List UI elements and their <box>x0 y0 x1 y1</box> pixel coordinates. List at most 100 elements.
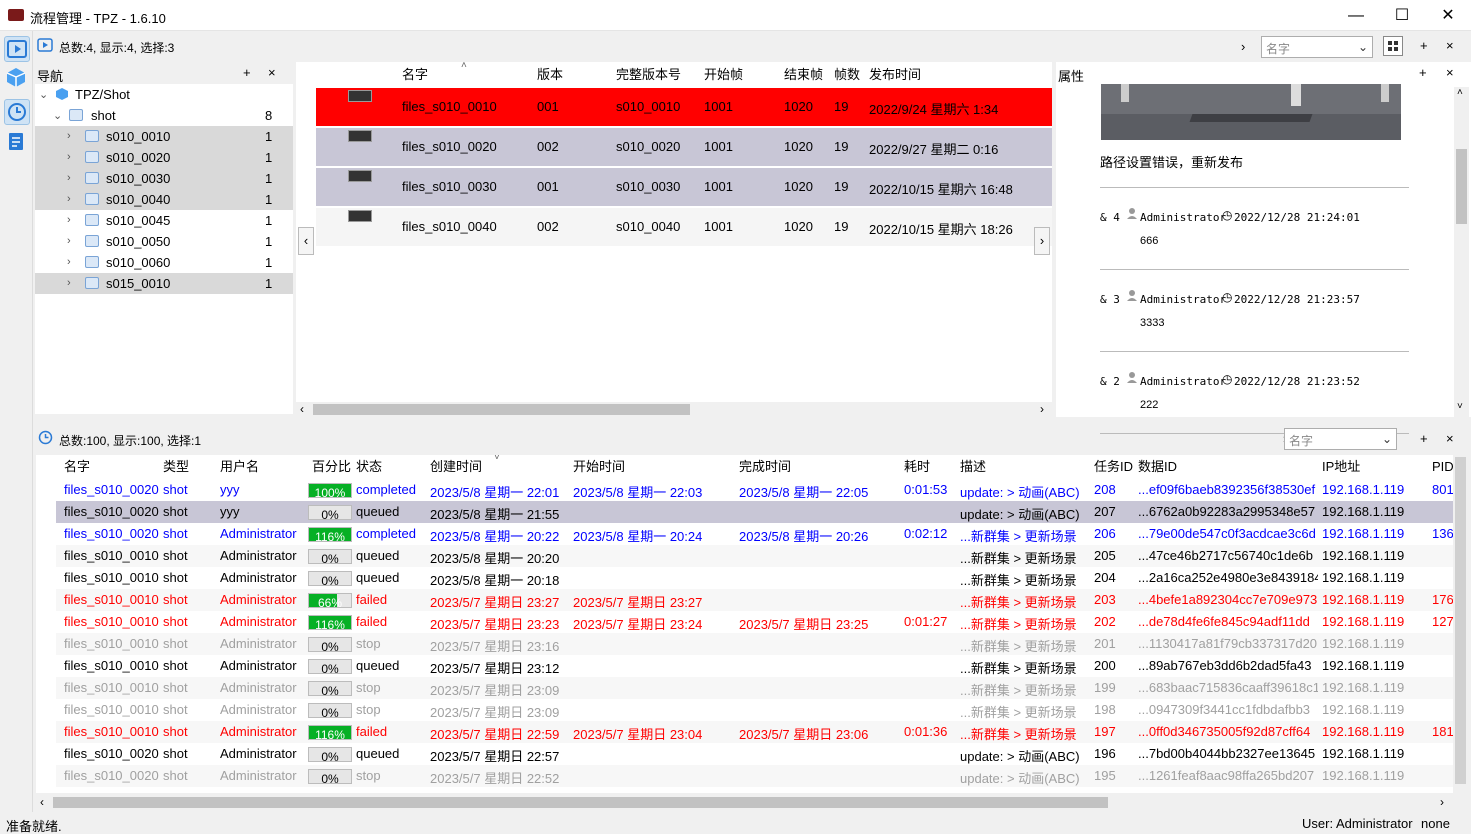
task-column-header[interactable]: 描述 <box>960 455 986 479</box>
task-column-header[interactable]: 类型 <box>163 455 189 479</box>
task-column-header[interactable]: 创建时间 <box>430 455 482 479</box>
nav-tree: ⌄ TPZ/Shot ⌄ shot 8 › s010_0010 1 › s010_002… <box>35 84 293 414</box>
task-row[interactable]: files_s010_0010 shot Administrator stop 2023… <box>56 699 1453 721</box>
shot-row[interactable]: files_s010_0030 001 s010_0030 1001 1020 19 202… <box>316 168 1052 206</box>
shot-row[interactable]: files_s010_0040 002 s010_0040 1001 1020 19 202… <box>316 208 1052 246</box>
tree-item[interactable]: › s015_0010 1 <box>35 273 293 294</box>
task-cell-type: shot <box>163 482 188 497</box>
progress-bar: 0% <box>308 659 352 676</box>
props-vscroll-thumb[interactable] <box>1456 149 1467 224</box>
column-header[interactable]: 完整版本号 <box>616 62 681 88</box>
column-header[interactable]: 结束帧 <box>784 62 823 88</box>
task-row[interactable]: files_s010_0020 shot Administrator queued 20… <box>56 743 1453 765</box>
task-cell-user: Administrator <box>220 724 297 739</box>
scroll-left-icon: ‹ <box>40 795 44 809</box>
task-column-header[interactable]: IP地址 <box>1322 455 1360 479</box>
props-float-button[interactable]: + <box>1419 65 1427 80</box>
document-view-button[interactable] <box>4 129 30 155</box>
task-row[interactable]: files_s010_0010 shot Administrator failed 20… <box>56 589 1453 611</box>
tree-item-label: s010_0045 <box>106 213 171 228</box>
shot-cell-full: s010_0020 <box>616 139 681 154</box>
scroll-down-icon: ˅ <box>1457 401 1463 412</box>
task-float-button[interactable]: + <box>1420 431 1428 446</box>
expand-arrow-button[interactable]: › <box>1241 39 1245 54</box>
props-vscrollbar[interactable]: ˄ ˅ <box>1454 87 1469 417</box>
task-row[interactable]: files_s010_0010 shot Administrator stop 2023… <box>56 677 1453 699</box>
task-close-button[interactable]: × <box>1446 431 1454 446</box>
minimize-button[interactable]: — <box>1333 0 1379 31</box>
task-column-header[interactable]: 耗时 <box>904 455 930 479</box>
column-header[interactable]: 版本 <box>537 62 563 88</box>
chevron-right-icon: › <box>67 214 71 226</box>
shot-search-combo[interactable]: 名字 ⌄ <box>1261 36 1373 58</box>
maximize-button[interactable]: ☐ <box>1379 0 1425 31</box>
task-cell-data: ...4befe1a892304cc7e709e973 <box>1138 592 1318 607</box>
scroll-left-button[interactable]: ‹ <box>298 227 314 255</box>
tree-item[interactable]: › s010_0020 1 <box>35 147 293 168</box>
task-cell-id: 199 <box>1094 680 1116 695</box>
props-message: 路径设置错误，重新发布 <box>1100 155 1244 170</box>
nav-float-button[interactable]: + <box>243 65 251 80</box>
shot-hscroll-thumb[interactable] <box>313 404 690 415</box>
column-header[interactable]: 名字 <box>402 62 428 88</box>
tree-item[interactable]: › s010_0050 1 <box>35 231 293 252</box>
task-row[interactable]: files_s010_0020 shot yyy completed 2023/5/8 … <box>56 479 1453 501</box>
task-row[interactable]: files_s010_0010 shot Administrator failed 20… <box>56 611 1453 633</box>
shot-row[interactable]: files_s010_0010 001 s010_0010 1001 1020 19 202… <box>316 88 1052 126</box>
column-header[interactable]: 发布时间 <box>869 62 921 88</box>
asset-view-button[interactable] <box>4 65 30 91</box>
task-cell-started: 2023/5/7 星期日 23:04 <box>573 727 703 742</box>
task-row[interactable]: files_s010_0020 shot yyy queued 2023/5/8 星期一… <box>56 501 1453 523</box>
task-search-combo[interactable]: 名字 ⌄ <box>1284 428 1397 450</box>
tree-folder[interactable]: ⌄ shot 8 <box>35 105 293 126</box>
float-button[interactable]: + <box>1420 38 1428 53</box>
shot-hscrollbar[interactable]: ‹ › <box>296 402 1052 417</box>
tree-item[interactable]: › s010_0060 1 <box>35 252 293 273</box>
column-header[interactable]: 开始帧 <box>704 62 743 88</box>
scroll-right-button[interactable]: › <box>1034 227 1050 255</box>
task-row[interactable]: files_s010_0010 shot Administrator queued 20… <box>56 545 1453 567</box>
task-column-header[interactable]: 用户名 <box>220 455 259 479</box>
history-view-button[interactable] <box>4 99 30 125</box>
task-hscroll-thumb[interactable] <box>53 797 1108 808</box>
props-close-button[interactable]: × <box>1446 65 1454 80</box>
column-header[interactable]: 帧数 <box>834 62 860 88</box>
task-column-header[interactable]: 任务ID <box>1094 455 1133 479</box>
task-row[interactable]: files_s010_0010 shot Administrator stop 2023… <box>56 633 1453 655</box>
task-cell-name: files_s010_0010 <box>64 548 159 563</box>
task-row[interactable]: files_s010_0010 shot Administrator queued 20… <box>56 567 1453 589</box>
task-column-header[interactable]: 数据ID <box>1138 455 1177 479</box>
task-row[interactable]: files_s010_0020 shot Administrator complete… <box>56 523 1453 545</box>
task-column-header[interactable]: 完成时间 <box>739 455 791 479</box>
progress-label: 116% <box>315 728 345 742</box>
task-vscrollbar[interactable] <box>1453 455 1468 793</box>
task-cell-type: shot <box>163 768 188 783</box>
task-row[interactable]: files_s010_0010 shot Administrator queued 20… <box>56 655 1453 677</box>
tree-item[interactable]: › s010_0030 1 <box>35 168 293 189</box>
chevron-right-icon: › <box>67 256 71 268</box>
tree-item[interactable]: › s010_0010 1 <box>35 126 293 147</box>
task-summary: 总数:100, 显示:100, 选择:1 <box>59 434 202 448</box>
task-vscroll-thumb[interactable] <box>1455 457 1466 784</box>
nav-close-button[interactable]: × <box>268 65 276 80</box>
task-column-header[interactable]: PID <box>1432 455 1453 479</box>
task-row[interactable]: files_s010_0010 shot Administrator failed 20… <box>56 721 1453 743</box>
task-column-header[interactable]: 开始时间 <box>573 455 625 479</box>
task-hscrollbar[interactable]: ‹ › <box>36 795 1453 810</box>
tree-folder-count: 8 <box>265 108 273 123</box>
tree-root[interactable]: ⌄ TPZ/Shot <box>35 84 293 105</box>
shot-row[interactable]: files_s010_0020 002 s010_0020 1001 1020 19 202… <box>316 128 1052 166</box>
task-column-header[interactable]: 状态 <box>356 455 382 479</box>
shot-cell-full: s010_0040 <box>616 219 681 234</box>
task-column-header[interactable]: 百分比 <box>312 455 351 479</box>
shot-view-button[interactable] <box>4 36 30 62</box>
close-dock-button[interactable]: × <box>1446 38 1454 53</box>
close-button[interactable]: ✕ <box>1425 0 1471 31</box>
grid-view-button[interactable] <box>1383 36 1403 56</box>
tree-item[interactable]: › s010_0040 1 <box>35 189 293 210</box>
task-cell-finished: 2023/5/8 星期一 22:05 <box>739 485 869 500</box>
task-cell-id: 200 <box>1094 658 1116 673</box>
task-row[interactable]: files_s010_0020 shot Administrator stop 2023… <box>56 765 1453 787</box>
task-column-header[interactable]: 名字 <box>64 455 90 479</box>
tree-item[interactable]: › s010_0045 1 <box>35 210 293 231</box>
